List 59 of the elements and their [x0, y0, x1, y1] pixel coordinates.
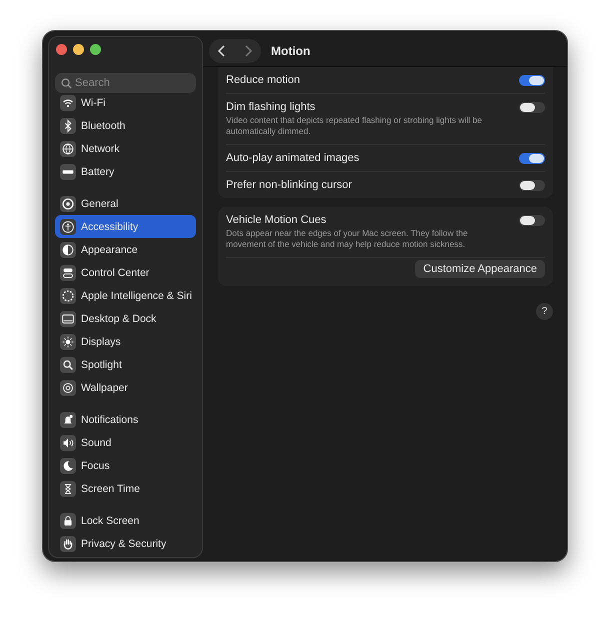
- globe-icon: [60, 140, 76, 156]
- setting-label: Auto-play animated images: [226, 152, 360, 164]
- sidebar-item[interactable]: Notifications: [55, 408, 196, 431]
- toggles-icon: [60, 264, 76, 280]
- setting-label: Vehicle Motion Cues: [226, 214, 328, 226]
- bluetooth-icon: [60, 118, 76, 134]
- toggle-switch[interactable]: [519, 180, 545, 191]
- sidebar-item[interactable]: Apple Intelligence & Siri: [55, 284, 196, 307]
- help-button[interactable]: ?: [536, 303, 553, 320]
- toggle-switch[interactable]: [519, 102, 545, 113]
- half-circle-icon: [60, 242, 76, 258]
- sidebar-item[interactable]: Wi-Fi: [55, 91, 196, 114]
- sidebar-item[interactable]: Bluetooth: [55, 114, 196, 137]
- sidebar-item[interactable]: Privacy & Security: [55, 532, 196, 555]
- flower-icon: [60, 380, 76, 396]
- zoom-button[interactable]: [90, 44, 101, 55]
- sparkle-icon: [60, 288, 76, 304]
- lock-icon: [60, 512, 76, 528]
- minimize-button[interactable]: [73, 44, 84, 55]
- setting-description: Dots appear near the edges of your Mac screen. They follow the movement of the vehicle and may help reduce motion sickness.: [226, 228, 469, 250]
- setting-description: Video content that depicts repeated flashing or strobing lights will be automatically dimmed.: [226, 115, 483, 137]
- sidebar-item[interactable]: Screen Time: [55, 477, 196, 500]
- bell-icon: [60, 412, 76, 428]
- sidebar-item[interactable]: Accessibility: [55, 215, 196, 238]
- sidebar-item[interactable]: Network: [55, 137, 196, 160]
- sidebar-item[interactable]: Desktop & Dock: [55, 307, 196, 330]
- sidebar-item[interactable]: Wallpaper: [55, 376, 196, 399]
- search-icon: [60, 356, 76, 372]
- sidebar-item[interactable]: Displays: [55, 330, 196, 353]
- sidebar-item[interactable]: Spotlight: [55, 353, 196, 376]
- setting-label: Dim flashing lights: [226, 101, 316, 113]
- toggle-switch[interactable]: [519, 215, 545, 226]
- forward-icon[interactable]: [243, 45, 253, 57]
- search-field[interactable]: Search: [55, 73, 196, 93]
- gear-icon: [60, 196, 76, 212]
- sun-icon: [60, 334, 76, 350]
- accessibility-icon: [60, 218, 76, 234]
- wifi-icon: [60, 94, 76, 110]
- toggle-switch[interactable]: [519, 75, 545, 86]
- speaker-icon: [60, 434, 76, 450]
- sidebar-item[interactable]: General: [55, 192, 196, 215]
- setting-label: Prefer non-blinking cursor: [226, 179, 352, 191]
- sidebar-item[interactable]: Battery: [55, 160, 196, 183]
- battery-icon: [60, 164, 76, 180]
- window-title: Motion: [271, 44, 310, 58]
- customize-appearance-button[interactable]: Customize Appearance: [415, 260, 545, 278]
- moon-icon: [60, 458, 76, 474]
- sidebar-item[interactable]: Lock Screen: [55, 509, 196, 532]
- sidebar-item[interactable]: Control Center: [55, 261, 196, 284]
- sidebar-item[interactable]: Focus: [55, 454, 196, 477]
- toggle-switch[interactable]: [519, 153, 545, 164]
- hand-icon: [60, 536, 76, 552]
- setting-label: Reduce motion: [226, 74, 300, 86]
- back-icon[interactable]: [217, 45, 227, 57]
- close-button[interactable]: [56, 44, 67, 55]
- sidebar-item[interactable]: Appearance: [55, 238, 196, 261]
- dock-icon: [60, 310, 76, 326]
- sidebar-item[interactable]: Sound: [55, 431, 196, 454]
- hourglass-icon: [60, 480, 76, 496]
